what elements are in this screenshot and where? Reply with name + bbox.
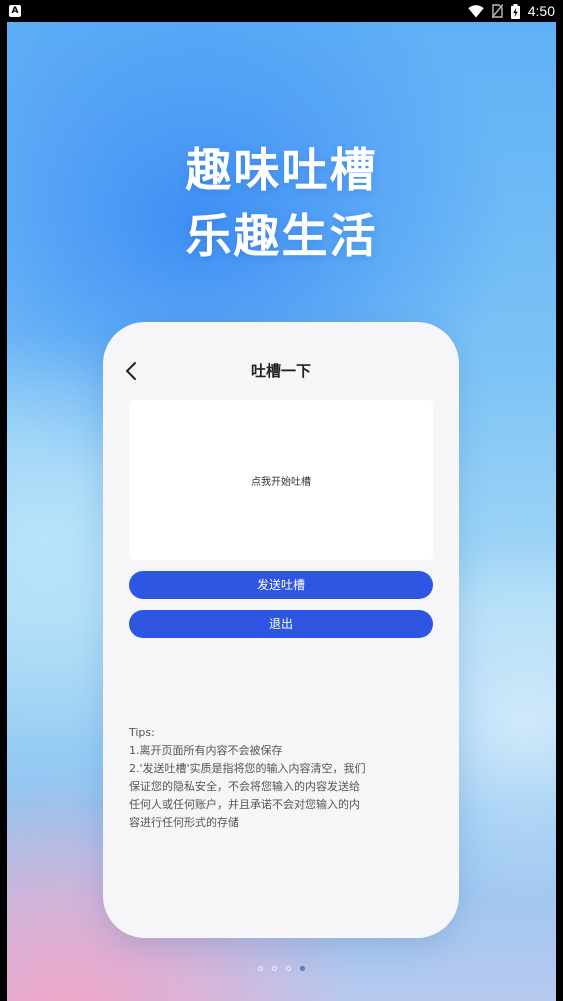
rant-input-placeholder: 点我开始吐槽: [251, 476, 311, 488]
page-indicator: [7, 966, 556, 971]
page-dot[interactable]: [258, 966, 263, 971]
page-dot[interactable]: [286, 966, 291, 971]
battery-charging-icon: [510, 3, 520, 19]
no-sim-icon: [491, 4, 503, 18]
wifi-icon: [468, 4, 484, 17]
rant-input[interactable]: 点我开始吐槽: [129, 400, 433, 560]
phone-mockup: 吐槽一下 点我开始吐槽 发送吐槽 退出 Tips: 1.离开页面所有内容不会被保…: [103, 322, 459, 938]
app-notification-icon: A: [9, 5, 21, 17]
page-dot[interactable]: [300, 966, 305, 971]
send-rant-button[interactable]: 发送吐槽: [129, 571, 433, 599]
promo-screen: 趣味吐槽 乐趣生活 吐槽一下 点我开始吐槽 发送吐槽 退出 Tips: 1.离开…: [7, 22, 556, 1001]
tips-line: 保证您的隐私安全，不会将您输入的内容发送给: [129, 780, 360, 793]
nav-title: 吐槽一下: [250, 362, 311, 380]
status-icons: 4:50: [468, 0, 555, 22]
page-dot[interactable]: [272, 966, 277, 971]
headline-line-2: 乐趣生活: [185, 209, 378, 263]
tips-line: 2.'发送吐槽'实质是指将您的输入内容清空，我们: [129, 762, 366, 775]
status-bar: A 4:50: [0, 0, 563, 22]
status-time: 4:50: [527, 3, 555, 19]
tips-heading: Tips:: [129, 726, 155, 739]
tips-section: Tips: 1.离开页面所有内容不会被保存 2.'发送吐槽'实质是指将您的输入内…: [129, 724, 409, 832]
tips-line: 任何人或任何账户，并且承诺不会对您输入的内: [129, 798, 360, 811]
exit-button[interactable]: 退出: [129, 610, 433, 638]
headline-line-1: 趣味吐槽: [185, 143, 378, 197]
tips-line: 容进行任何形式的存储: [129, 816, 239, 829]
tips-line: 1.离开页面所有内容不会被保存: [129, 744, 283, 757]
